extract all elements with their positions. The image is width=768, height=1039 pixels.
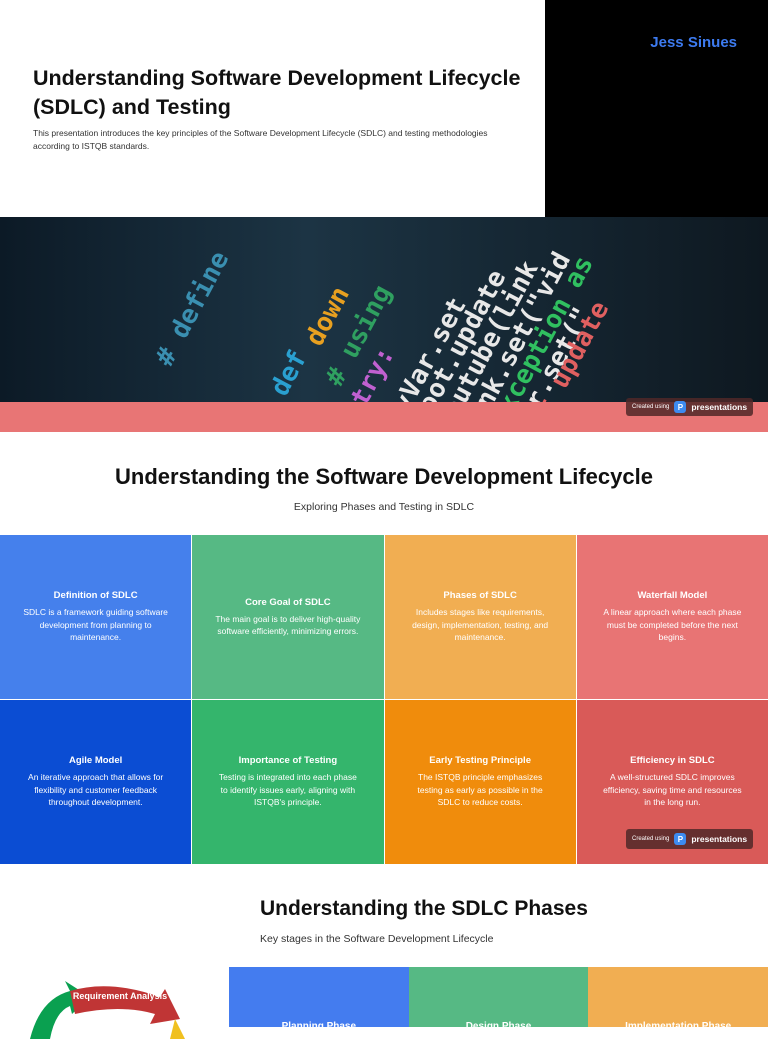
card-text: SDLC is a framework guiding software dev… [23,607,168,643]
author-panel: Jess Sinues [545,0,768,217]
presentations-logo-icon: P [674,833,687,845]
slide-subtitle: This presentation introduces the key pri… [33,128,488,151]
sdlc-cycle-diagram: Requirement Analysis [30,981,185,1039]
info-card: Phases of SDLC Includes stages like requi… [384,535,576,699]
sdlc-overview-slide: Understanding the Software Development L… [0,432,768,864]
code-text: def [265,345,314,402]
title-slide: Understanding Software Development Lifec… [0,0,768,432]
phase-cards: Planning Phase Design Phase Implementation… [229,967,768,1027]
badge-prefix: Created using [632,404,670,410]
badge-prefix: Created using [632,836,670,842]
card-text: Testing is integrated into each phase to… [218,772,357,808]
code-text: # define [150,246,236,372]
card-text: The main goal is to deliver high-quality… [215,613,361,637]
card-title: Definition of SDLC [53,590,138,602]
card-text: Includes stages like requirements, desig… [412,607,549,643]
info-card: Core Goal of SDLC The main goal is to del… [192,535,384,699]
slide-title: Understanding the SDLC Phases [260,897,588,920]
presentations-logo-icon: P [674,401,687,413]
card-title: Waterfall Model [637,590,708,602]
phase-card: Design Phase [408,967,589,1027]
info-card: Waterfall Model A linear approach where e… [576,535,768,699]
card-text: The ISTQB principle emphasizes testing a… [417,772,543,808]
card-title: Phases of SDLC [443,590,517,602]
created-using-badge[interactable]: Created using P presentations [626,829,754,849]
card-title: Efficiency in SDLC [630,755,715,767]
slide-subtitle: Key stages in the Software Development L… [260,933,494,945]
slide-title: Understanding the Software Development L… [115,464,653,489]
diagram-label: Requirement Analysis [73,991,167,1001]
card-title: Importance of Testing [238,755,338,767]
badge-brand: presentations [691,834,748,844]
card-title: Core Goal of SDLC [245,596,331,608]
slide-subtitle: Exploring Phases and Testing in SDLC [293,501,475,513]
author-name: Jess Sinues [650,34,737,51]
slide-title: Understanding Software Development Lifec… [33,66,521,119]
sdlc-phases-slide: Understanding the SDLC Phases Key stages… [0,864,768,1039]
info-card: Definition of SDLC SDLC is a framework gu… [0,535,192,699]
card-title: Early Testing Principle [429,755,531,767]
info-card: Early Testing Principle The ISTQB princip… [384,700,576,864]
title-panel: Understanding Software Development Lifec… [0,0,545,217]
badge-brand: presentations [691,402,748,412]
card-grid: Definition of SDLC SDLC is a framework gu… [0,535,768,864]
phase-card: Planning Phase [229,967,409,1027]
card-text: A linear approach where each phase must … [603,607,742,643]
phase-card: Implementation Phase [588,967,768,1027]
card-text: A well-structured SDLC improves efficien… [603,772,742,808]
created-using-badge[interactable]: Created using P presentations [626,398,754,416]
info-card: Importance of Testing Testing is integrat… [192,700,384,864]
info-card: Agile Model An iterative approach that al… [0,700,192,864]
card-title: Agile Model [68,755,123,767]
code-image: # define def down # using try: myVar.set… [0,217,768,402]
card-text: An iterative approach that allows for fl… [28,772,164,808]
